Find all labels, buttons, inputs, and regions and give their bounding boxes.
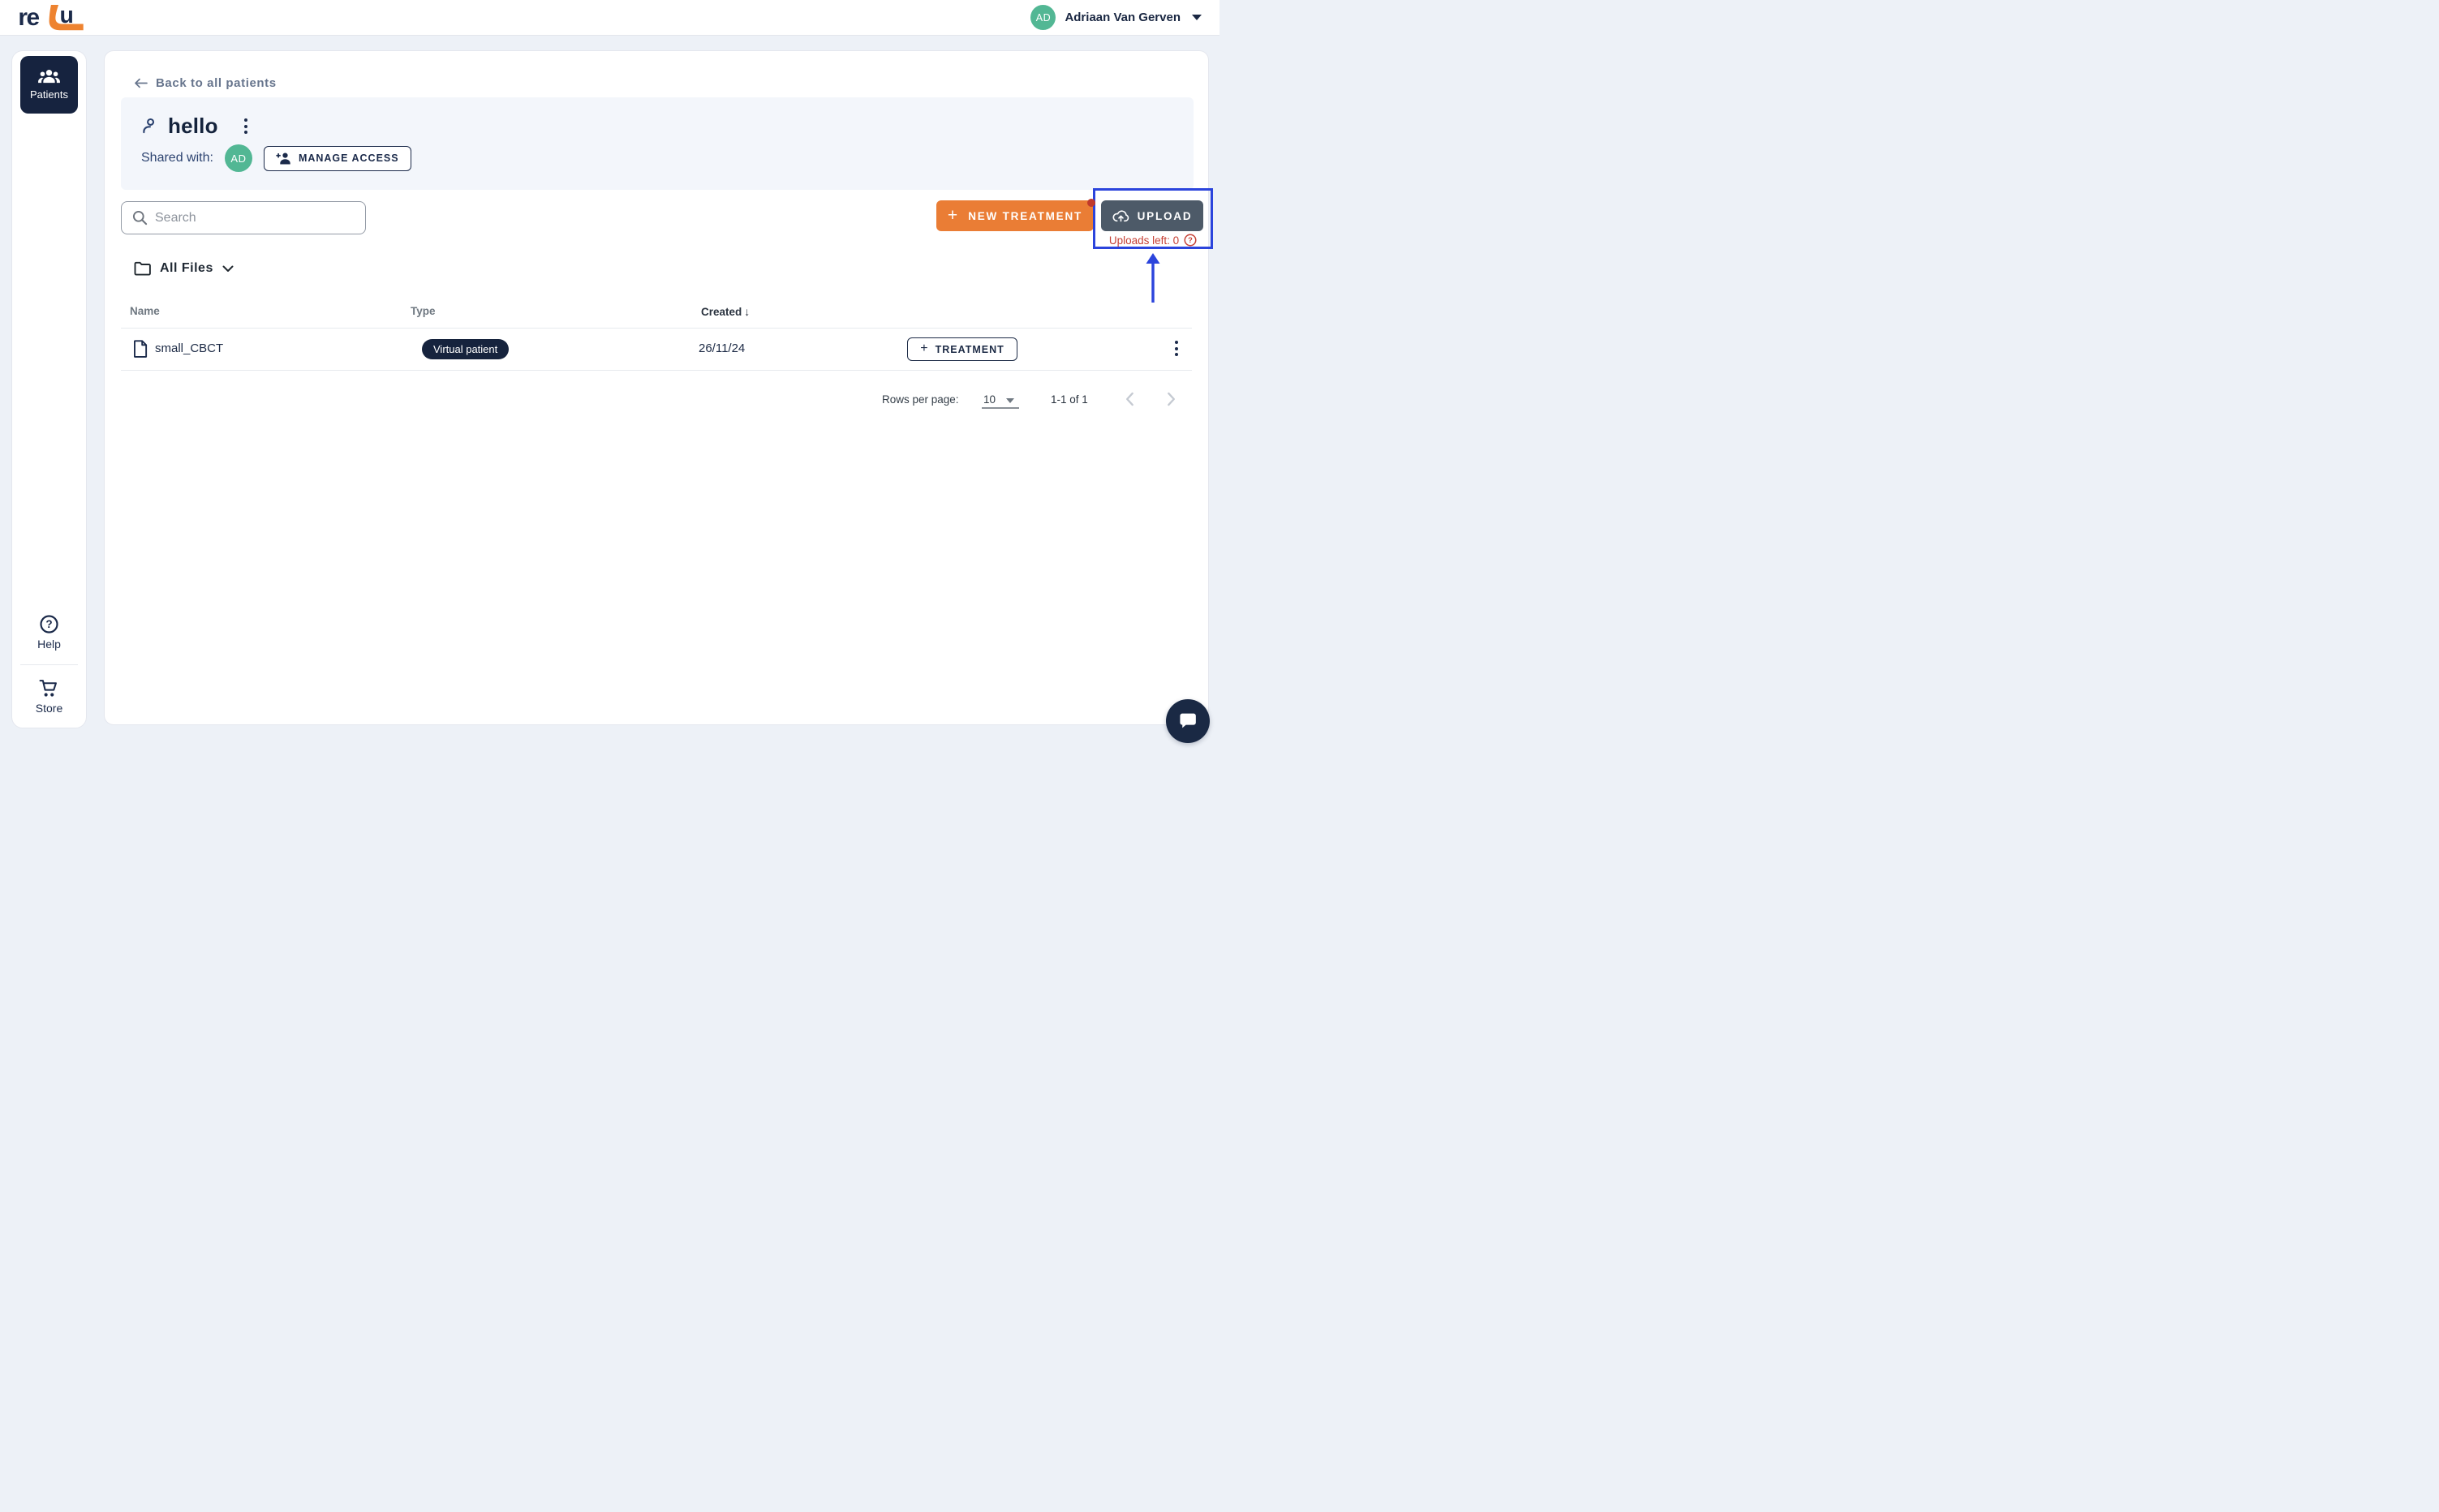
new-treatment-label: NEW TREATMENT: [968, 210, 1082, 222]
arrow-left-icon: [134, 78, 148, 88]
column-header-name: Name: [130, 305, 160, 317]
rows-per-page-select[interactable]: 10: [982, 388, 1021, 412]
logo-text-re: re: [18, 5, 39, 31]
user-name: Adriaan Van Gerven: [1065, 11, 1181, 24]
row-treatment-button[interactable]: + TREATMENT: [907, 337, 1017, 361]
column-header-created-sort[interactable]: Created ↓: [701, 305, 750, 318]
shared-user-avatar: AD: [225, 144, 252, 172]
plus-icon: +: [920, 341, 927, 356]
chevron-down-icon: [222, 265, 234, 273]
relu-logo-graphic: re u: [18, 5, 88, 31]
svg-text:?: ?: [1188, 236, 1193, 244]
table-row-divider: [121, 370, 1192, 371]
table-row[interactable]: small_CBCT Virtual patient 26/11/24 + TR…: [105, 329, 1208, 370]
relu-logo[interactable]: re u: [18, 5, 88, 31]
search-icon: [132, 210, 148, 226]
row-options-kebab-menu[interactable]: [1170, 337, 1183, 359]
manage-access-button[interactable]: MANAGE ACCESS: [264, 146, 411, 171]
cloud-upload-icon: [1112, 209, 1129, 222]
user-menu[interactable]: AD Adriaan Van Gerven: [1030, 5, 1202, 30]
new-treatment-button[interactable]: + NEW TREATMENT: [936, 200, 1094, 231]
back-link-label: Back to all patients: [156, 76, 277, 90]
folder-icon: [134, 261, 151, 276]
upload-button[interactable]: UPLOAD: [1101, 200, 1203, 231]
row-type-badge: Virtual patient: [422, 339, 509, 359]
created-label: Created: [701, 306, 742, 318]
rows-per-page-label: Rows per page:: [882, 393, 959, 406]
next-page-chevron-icon[interactable]: [1160, 389, 1181, 410]
svg-text:?: ?: [45, 618, 52, 630]
upload-label: UPLOAD: [1138, 210, 1193, 222]
sidebar-item-help[interactable]: ? Help: [37, 614, 61, 651]
uploads-left-status: Uploads left: 0 ?: [1095, 234, 1211, 247]
annotation-highlight-box: UPLOAD Uploads left: 0 ?: [1093, 188, 1213, 249]
patient-options-kebab-menu[interactable]: [239, 115, 252, 137]
column-header-type: Type: [411, 305, 436, 317]
notification-dot: [1087, 199, 1095, 207]
help-label: Help: [37, 638, 61, 651]
shared-with-label: Shared with:: [141, 151, 213, 165]
patients-people-icon: [38, 69, 60, 84]
chat-bubble-icon: [1177, 711, 1199, 732]
plus-icon: +: [948, 207, 957, 224]
sidebar: Patients ? Help Store: [11, 50, 87, 728]
help-circle-question-icon: ?: [39, 614, 59, 634]
back-to-patients-link[interactable]: Back to all patients: [134, 76, 277, 90]
previous-page-chevron-icon[interactable]: [1120, 389, 1141, 410]
file-document-icon: [133, 340, 148, 358]
row-treatment-label: TREATMENT: [936, 344, 1004, 355]
uploads-info-question-icon[interactable]: ?: [1184, 234, 1197, 247]
patient-name: hello: [168, 114, 218, 139]
logo-text-u: u: [60, 5, 74, 28]
select-underline: [982, 407, 1019, 409]
pagination-range: 1-1 of 1: [1051, 393, 1088, 406]
uploads-left-text: Uploads left: 0: [1109, 234, 1179, 247]
select-caret-icon: [1006, 398, 1014, 403]
pagination-bar: Rows per page: 10 1-1 of 1: [105, 388, 1208, 420]
user-avatar: AD: [1030, 5, 1056, 30]
sidebar-divider: [20, 664, 78, 665]
person-outline-icon: [141, 118, 158, 135]
person-add-icon: [276, 152, 291, 165]
file-filter-label: All Files: [160, 261, 213, 276]
sidebar-bottom: ? Help Store: [12, 614, 86, 715]
rows-per-page-value: 10: [983, 393, 996, 406]
store-label: Store: [36, 702, 62, 715]
chat-fab-button[interactable]: [1166, 699, 1210, 743]
row-created-date: 26/11/24: [699, 341, 745, 355]
search-box: [121, 201, 366, 234]
search-input[interactable]: [155, 211, 355, 226]
main-content-card: Back to all patients hello Shared with: …: [104, 50, 1209, 725]
store-cart-icon: [39, 679, 59, 698]
patient-info-panel: hello Shared with: AD MANAGE ACCESS: [121, 97, 1194, 190]
chevron-down-icon: [1192, 15, 1202, 20]
annotation-arrow-up: [1145, 253, 1161, 303]
manage-access-label: MANAGE ACCESS: [299, 152, 399, 164]
row-file-name: small_CBCT: [155, 341, 223, 355]
sidebar-item-patients[interactable]: Patients: [20, 56, 78, 114]
sort-descending-arrow-icon: ↓: [744, 305, 750, 318]
sidebar-item-store[interactable]: Store: [36, 679, 62, 715]
file-filter-dropdown[interactable]: All Files: [134, 261, 234, 276]
top-bar: re u AD Adriaan Van Gerven: [0, 0, 1220, 36]
sidebar-item-label: Patients: [30, 88, 68, 101]
